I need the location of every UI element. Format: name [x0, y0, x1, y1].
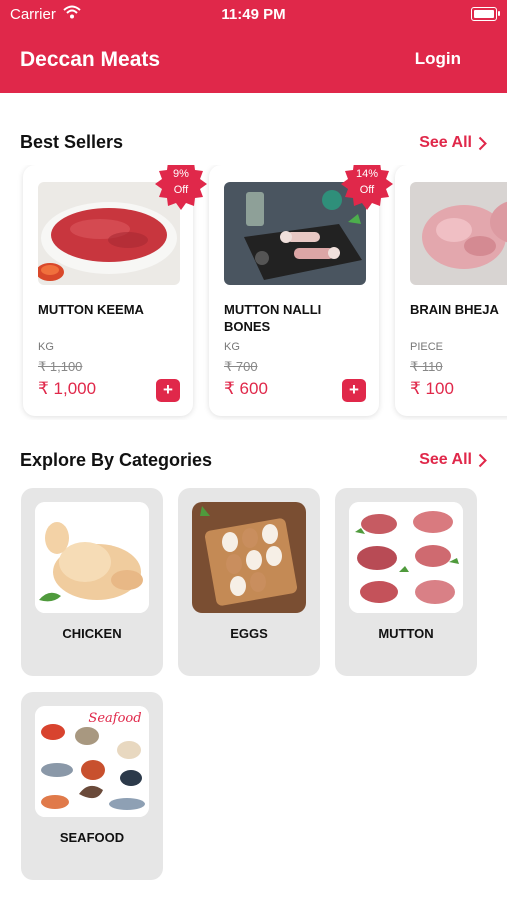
product-price: ₹ 100 — [410, 379, 454, 398]
category-card-seafood[interactable]: Seafood SEAFOOD — [21, 692, 163, 880]
category-card-eggs[interactable]: EGGS — [178, 488, 320, 676]
seafood-image-text: Seafood — [88, 711, 141, 726]
status-time: 11:49 PM — [221, 6, 286, 23]
category-label: SEAFOOD — [59, 830, 125, 845]
product-price: ₹ 600 — [224, 379, 268, 398]
category-card-mutton[interactable]: MUTTON — [335, 488, 477, 676]
see-all-label: See All — [419, 451, 472, 468]
product-unit: KG — [38, 341, 54, 353]
product-unit: PIECE — [410, 341, 444, 353]
app-header: Carrier 11:49 PM Deccan Meats Login — [0, 0, 507, 93]
product-card-mutton-nalli-bones[interactable]: MUTTON NALLI BONES KG ₹ 700 ₹ 600 + 14% … — [209, 165, 393, 416]
best-sellers-list[interactable]: MUTTON KEEMA KG ₹ 1,100 ₹ 1,000 + 9% Off — [0, 165, 507, 420]
product-old-price: ₹ 700 — [224, 359, 258, 374]
category-label: MUTTON — [378, 626, 434, 641]
app-title: Deccan Meats — [20, 48, 161, 71]
product-card-brain-bheja[interactable]: BRAIN BHEJA PIECE ₹ 110 ₹ 100 — [395, 165, 507, 416]
status-bar: Carrier 11:49 PM — [0, 0, 507, 30]
product-price: ₹ 1,000 — [38, 379, 97, 398]
product-unit: KG — [224, 341, 240, 353]
battery-icon — [471, 7, 500, 21]
categories-title: Explore By Categories — [20, 450, 213, 470]
add-to-cart-button[interactable]: + — [156, 379, 180, 402]
best-sellers-see-all-button[interactable]: See All — [419, 134, 487, 152]
chevron-right-icon — [478, 453, 487, 467]
category-card-chicken[interactable]: CHICKEN — [21, 488, 163, 676]
categories-see-all-button[interactable]: See All — [419, 451, 487, 469]
category-image-seafood: Seafood — [35, 706, 149, 817]
product-name: MUTTON KEEMA — [38, 302, 144, 317]
login-button[interactable]: Login — [415, 49, 461, 69]
category-label: CHICKEN — [62, 626, 122, 641]
product-name: BRAIN BHEJA — [410, 302, 499, 317]
discount-percent: 9% — [173, 168, 189, 180]
product-card-mutton-keema[interactable]: MUTTON KEEMA KG ₹ 1,100 ₹ 1,000 + 9% Off — [23, 165, 207, 416]
discount-percent: 14% — [355, 168, 379, 180]
product-name: MUTTON NALLI BONES — [224, 302, 322, 334]
discount-badge: 14% Off — [339, 165, 395, 212]
category-image-mutton — [349, 502, 463, 613]
product-image-brain-bheja — [410, 182, 507, 285]
best-sellers-title: Best Sellers — [20, 132, 124, 152]
product-old-price: ₹ 1,100 — [38, 359, 83, 374]
category-label: EGGS — [230, 626, 268, 641]
add-to-cart-button[interactable]: + — [342, 379, 366, 402]
discount-label: Off — [173, 184, 189, 196]
chevron-right-icon — [478, 136, 487, 150]
category-image-chicken — [35, 502, 149, 613]
see-all-label: See All — [419, 134, 472, 151]
discount-badge: 9% Off — [153, 165, 209, 212]
product-old-price: ₹ 110 — [410, 359, 443, 374]
discount-label: Off — [359, 184, 375, 196]
category-image-eggs — [192, 502, 306, 613]
